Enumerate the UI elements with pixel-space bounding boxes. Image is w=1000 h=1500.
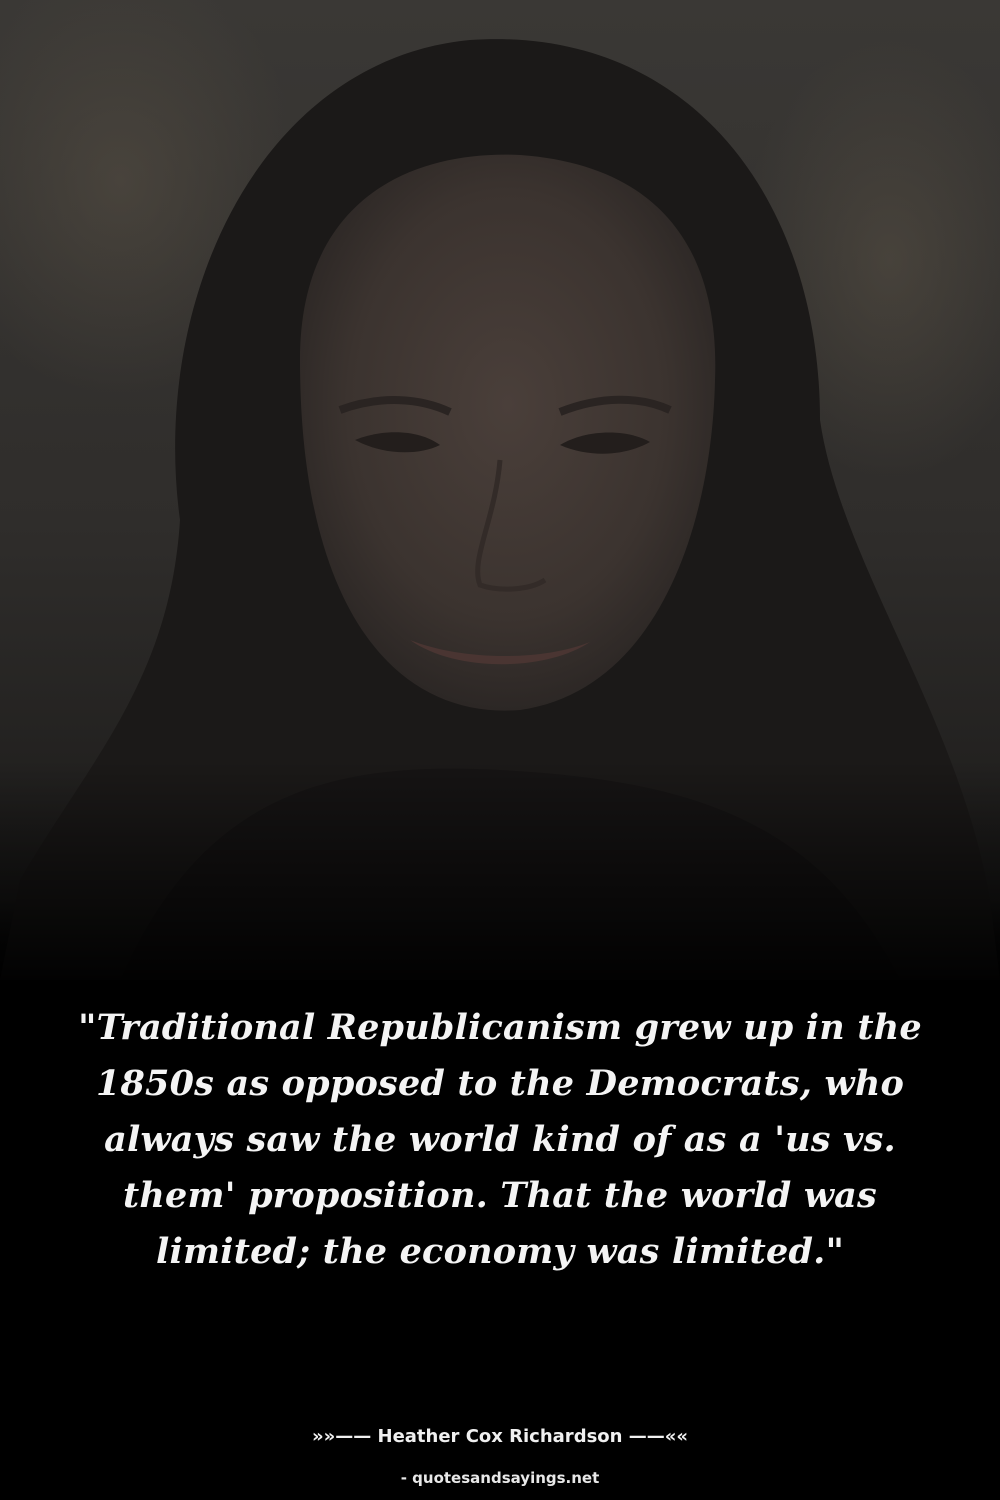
author-attribution: »»—— Heather Cox Richardson ——«« (311, 1426, 688, 1447)
quote-text: "Traditional Republicanism grew up in th… (78, 1007, 922, 1272)
quote-card: "Traditional Republicanism grew up in th… (0, 0, 1000, 1500)
source-watermark: - quotesandsayings.net (400, 1469, 600, 1487)
